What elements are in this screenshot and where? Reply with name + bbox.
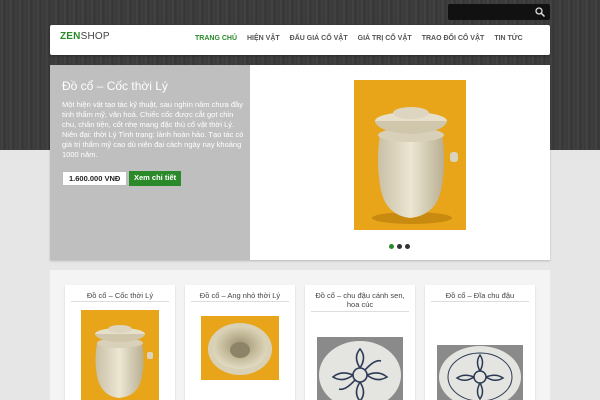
product-card[interactable]: Đồ cổ – Đĩa chu đậu	[425, 285, 535, 400]
product-title[interactable]: Đồ cổ – chu đậu cánh sen, hoa cúc	[305, 291, 415, 309]
product-image[interactable]	[201, 316, 279, 380]
top-navbar: ZENSHOP TRANG CHỦ HIỆN VẬT ĐẤU GIÁ CỔ VẬ…	[50, 25, 550, 55]
divider	[191, 301, 289, 302]
divider	[431, 301, 529, 302]
product-image[interactable]	[81, 310, 159, 400]
slide-description: Một hiện vật tạo tác kỹ thuật, sau nghìn…	[62, 100, 244, 159]
product-image[interactable]	[437, 345, 523, 400]
product-image[interactable]	[317, 337, 403, 400]
slider-dot-1[interactable]	[389, 244, 394, 249]
search-box[interactable]	[448, 4, 550, 20]
logo-brand: ZEN	[60, 31, 81, 42]
slide-info-panel: Đồ cổ – Cốc thời Lý Một hiện vật tạo tác…	[50, 65, 250, 260]
site-logo[interactable]: ZENSHOP	[60, 31, 110, 42]
nav-item-home[interactable]: TRANG CHỦ	[190, 35, 242, 42]
nav-item-news[interactable]: TIN TỨC	[489, 35, 527, 42]
product-card[interactable]: Đồ cổ – chu đậu cánh sen, hoa cúc	[305, 285, 415, 400]
slide-product-image[interactable]	[354, 80, 466, 230]
search-icon[interactable]	[534, 6, 546, 18]
nav-item-auction[interactable]: ĐẤU GIÁ CỔ VẬT	[285, 35, 353, 42]
nav-item-artifacts[interactable]: HIỆN VẬT	[242, 35, 285, 42]
product-grid: Đồ cổ – Cốc thời Lý Đồ cổ – Ang nhỏ thời…	[50, 270, 550, 400]
nav-item-value[interactable]: GIÁ TRỊ CỔ VẬT	[353, 35, 417, 42]
product-card[interactable]: Đồ cổ – Ang nhỏ thời Lý	[185, 285, 295, 400]
product-title[interactable]: Đồ cổ – Cốc thời Lý	[65, 291, 175, 300]
slider-dot-2[interactable]	[397, 244, 402, 249]
divider	[311, 311, 409, 312]
product-title[interactable]: Đồ cổ – Đĩa chu đậu	[425, 291, 535, 300]
logo-rest: SHOP	[80, 31, 110, 42]
slider-dot-3[interactable]	[405, 244, 410, 249]
slide-title[interactable]: Đồ cổ – Cốc thời Lý	[62, 79, 168, 93]
nav-item-exchange[interactable]: TRAO ĐỔI CỔ VẬT	[417, 35, 490, 42]
search-input[interactable]	[452, 6, 532, 18]
divider	[71, 301, 169, 302]
price-badge: 1.600.000 VNĐ	[62, 171, 128, 186]
main-nav: TRANG CHỦ HIỆN VẬT ĐẤU GIÁ CỔ VẬT GIÁ TR…	[190, 35, 528, 42]
product-title[interactable]: Đồ cổ – Ang nhỏ thời Lý	[185, 291, 295, 300]
featured-slider: Đồ cổ – Cốc thời Lý Một hiện vật tạo tác…	[50, 65, 550, 260]
slider-pagination	[389, 244, 410, 249]
view-detail-button[interactable]: Xem chi tiết	[129, 171, 182, 186]
product-card[interactable]: Đồ cổ – Cốc thời Lý	[65, 285, 175, 400]
